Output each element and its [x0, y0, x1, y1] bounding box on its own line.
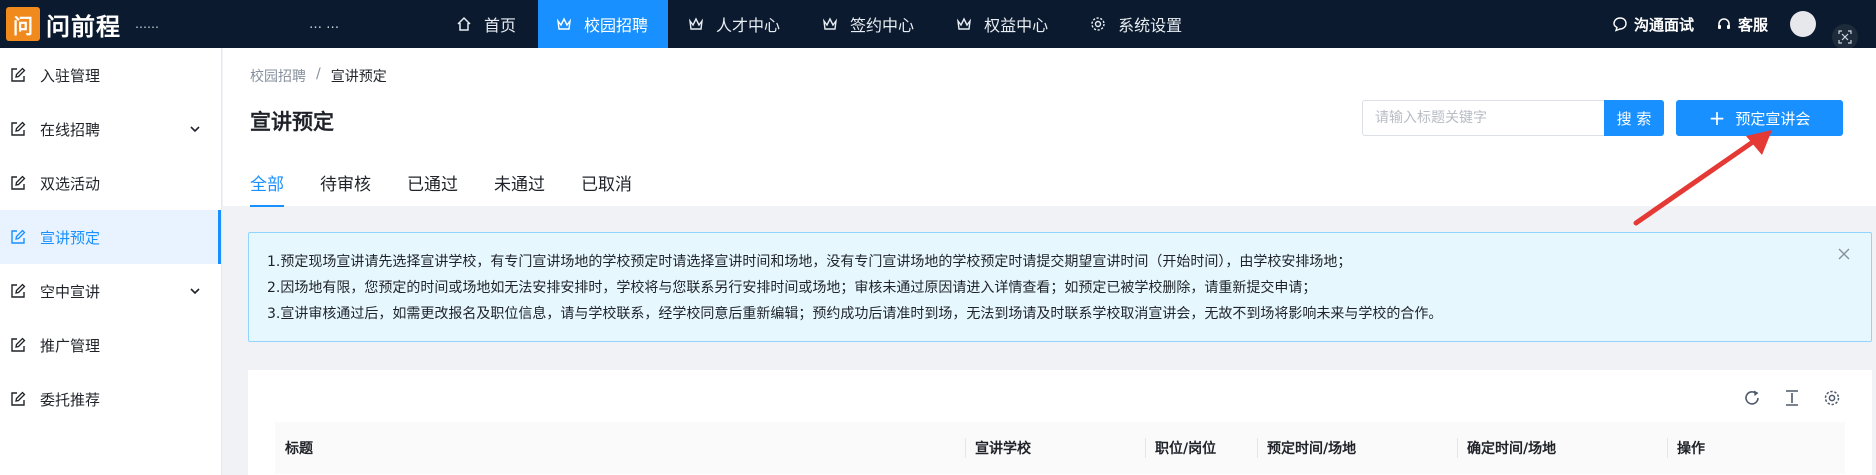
crown-icon — [686, 14, 706, 34]
nav-label: 首页 — [484, 16, 517, 35]
edit-icon — [8, 389, 28, 409]
nav-item-system-settings[interactable]: 系统设置 — [1070, 0, 1204, 48]
nav-item-campus-recruit[interactable]: 校园招聘 — [538, 0, 669, 48]
nav-label: 签约中心 — [850, 16, 915, 35]
crown-icon — [554, 14, 574, 34]
settings-icon[interactable] — [1822, 388, 1842, 408]
sidebar-item-label: 空中宣讲 — [40, 282, 101, 301]
annotation-arrow — [1633, 130, 1772, 226]
nav-item-home[interactable]: 首页 — [440, 0, 538, 48]
refresh-icon[interactable] — [1742, 388, 1762, 408]
interview-link[interactable]: 沟通面试 — [1612, 14, 1694, 35]
column-header-actions: 操作 — [1667, 422, 1845, 474]
sidebar-item-label: 双选活动 — [40, 174, 101, 193]
column-header-school: 宣讲学校 — [965, 422, 1145, 474]
home-icon — [454, 14, 474, 34]
edit-icon — [8, 281, 28, 301]
gear-icon — [1088, 14, 1108, 34]
status-tabs: 全部 待审核 已通过 未通过 已取消 — [250, 170, 668, 207]
notice-line-1: 1.预定现场宣讲请先选择宣讲学校，有专门宣讲场地的学校预定时请选择宣讲时间和场地… — [267, 254, 1352, 270]
interview-label: 沟通面试 — [1633, 15, 1694, 34]
notice-line-2: 2.因场地有限，您预定的时间或场地如无法安排安排时，学校将与您联系另行安排时间或… — [267, 280, 1317, 296]
sidebar-item-label: 在线招聘 — [40, 120, 101, 139]
notice-banner: 1.预定现场宣讲请先选择宣讲学校，有专门宣讲场地的学校预定时请选择宣讲时间和场地… — [248, 232, 1872, 342]
sidebar-item-entrusted-referral[interactable]: 委托推荐 — [0, 372, 221, 426]
tab-pending[interactable]: 待审核 — [320, 170, 371, 207]
sidebar-item-label: 委托推荐 — [40, 390, 101, 409]
edit-icon — [8, 173, 28, 193]
notice-line-3: 3.宣讲审核通过后，如需更改报名及职位信息，请与学校联系，经学校同意后重新编辑；… — [267, 306, 1443, 322]
headset-icon — [1716, 16, 1732, 32]
chevron-down-icon — [189, 283, 201, 301]
chat-bubble-icon — [1612, 16, 1628, 32]
crown-icon — [820, 14, 840, 34]
brand-name: 问前程 — [46, 12, 121, 41]
column-header-booked-time: 预定时间/场地 — [1257, 422, 1457, 474]
sidebar-item-settlement[interactable]: 入驻管理 — [0, 48, 221, 102]
brand-sub: …… — [135, 17, 159, 31]
column-header-title: 标题 — [285, 441, 313, 457]
logo-mark: 问 — [6, 7, 40, 41]
breadcrumb-separator: / — [316, 66, 321, 82]
edit-icon — [8, 335, 28, 355]
service-label: 客服 — [1737, 15, 1768, 34]
brand-logo[interactable]: 问 问前程 …… … … — [0, 0, 440, 48]
column-height-icon[interactable] — [1782, 388, 1802, 408]
tab-rejected[interactable]: 未通过 — [494, 170, 545, 207]
search-input[interactable] — [1362, 100, 1604, 136]
sidebar-item-double-select[interactable]: 双选活动 — [0, 156, 221, 210]
breadcrumb-current: 宣讲预定 — [330, 69, 387, 85]
sidebar-item-promotion[interactable]: 推广管理 — [0, 318, 221, 372]
nav-item-contract-center[interactable]: 签约中心 — [802, 0, 936, 48]
sidebar-item-online-presentation[interactable]: 空中宣讲 — [0, 264, 221, 318]
edit-icon — [8, 65, 28, 85]
column-header-position: 职位/岗位 — [1145, 422, 1257, 474]
table-header: 标题 宣讲学校 职位/岗位 预定时间/场地 确定时间/场地 操作 — [275, 422, 1845, 474]
table-panel: 标题 宣讲学校 职位/岗位 预定时间/场地 确定时间/场地 操作 — [248, 370, 1872, 475]
edit-icon — [8, 227, 28, 247]
nav-label: 系统设置 — [1118, 16, 1183, 35]
service-link[interactable]: 客服 — [1716, 14, 1768, 35]
avatar[interactable] — [1790, 11, 1816, 37]
nav-label: 校园招聘 — [584, 16, 649, 35]
chevron-down-icon — [189, 121, 201, 139]
breadcrumb-parent[interactable]: 校园招聘 — [250, 66, 306, 86]
brand-tag: … … — [309, 16, 340, 32]
column-header-confirmed-time: 确定时间/场地 — [1457, 422, 1667, 474]
crown-icon — [954, 14, 974, 34]
nav-item-talent-center[interactable]: 人才中心 — [668, 0, 802, 48]
edit-icon — [8, 119, 28, 139]
main-nav: 首页 校园招聘 人才中心 签约中心 权益中心 系统设置 — [440, 0, 1204, 48]
tab-approved[interactable]: 已通过 — [407, 170, 458, 207]
nav-label: 人才中心 — [716, 16, 781, 35]
page-title: 宣讲预定 — [250, 110, 334, 134]
nav-label: 权益中心 — [984, 16, 1049, 35]
nav-item-benefits-center[interactable]: 权益中心 — [936, 0, 1070, 48]
close-icon[interactable] — [1837, 247, 1851, 261]
top-nav-bar: 问 问前程 …… … … 首页 校园招聘 人才中心 签约中心 权益中心 系统设置… — [0, 0, 1876, 50]
tab-cancelled[interactable]: 已取消 — [581, 170, 632, 207]
sidebar-item-presentation-booking[interactable]: 宣讲预定 — [0, 210, 221, 264]
sidebar-item-label: 入驻管理 — [40, 66, 101, 85]
tab-all[interactable]: 全部 — [250, 170, 284, 207]
sidebar: 入驻管理 在线招聘 双选活动 宣讲预定 空中宣讲 推广管理 委托推荐 — [0, 48, 222, 475]
sidebar-item-label: 宣讲预定 — [40, 228, 101, 247]
breadcrumb: 校园招聘 / 宣讲预定 — [250, 66, 387, 86]
screenshot-icon[interactable] — [1832, 24, 1858, 50]
sidebar-item-label: 推广管理 — [40, 336, 101, 355]
sidebar-item-online-recruit[interactable]: 在线招聘 — [0, 102, 221, 156]
